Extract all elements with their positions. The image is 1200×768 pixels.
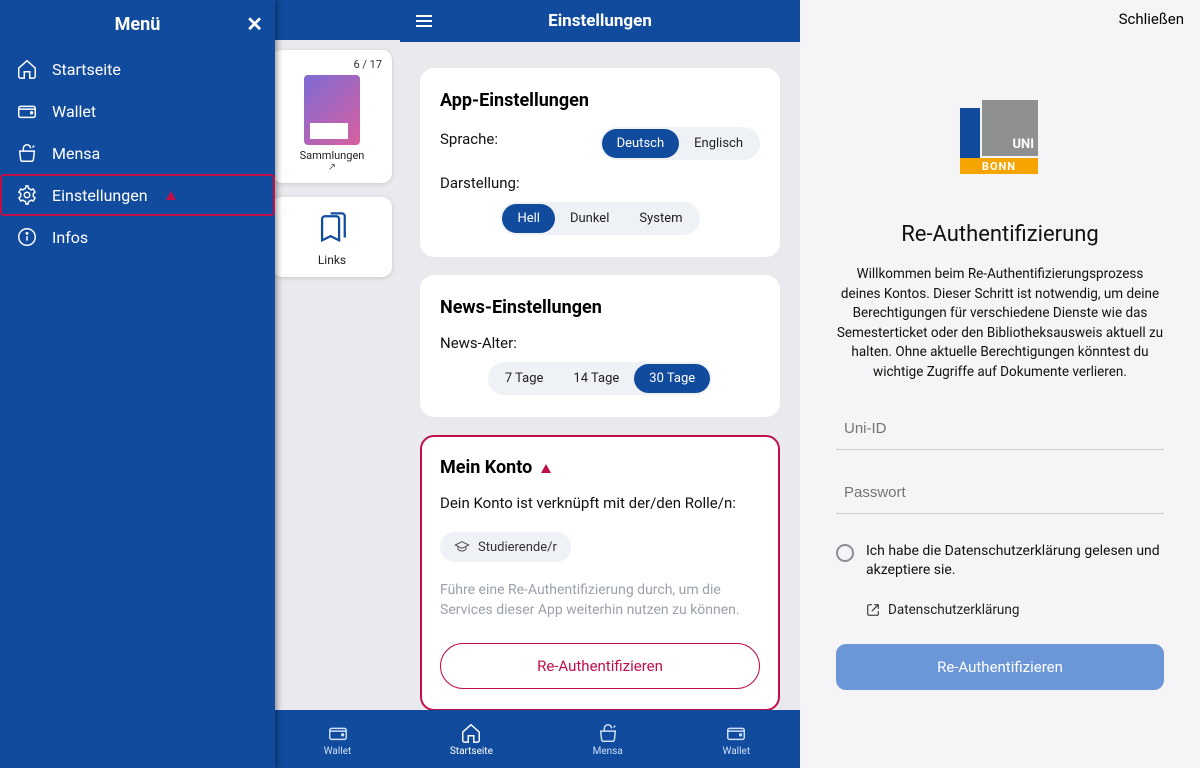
reauth-description: Willkommen beim Re-Authentifizierungspro… — [836, 265, 1164, 382]
side-drawer: Menü ✕ Startseite Wallet Mensa Einstellu… — [0, 0, 275, 768]
uni-id-field[interactable] — [836, 408, 1164, 450]
privacy-link[interactable]: Datenschutzerklärung — [866, 602, 1019, 618]
theme-segment: Hell Dunkel System — [500, 202, 699, 235]
lang-deutsch[interactable]: Deutsch — [602, 129, 680, 158]
news-age-segment: 7 Tage 14 Tage 30 Tage — [488, 362, 712, 395]
news-14[interactable]: 14 Tage — [558, 364, 634, 393]
privacy-link-label: Datenschutzerklärung — [888, 602, 1019, 618]
wallet-icon — [16, 100, 38, 122]
menu-infos[interactable]: Infos — [0, 216, 275, 258]
warning-icon — [541, 464, 551, 473]
lang-segment: Deutsch Englisch — [600, 127, 760, 160]
gear-icon — [16, 184, 38, 206]
settings-topbar: Einstellungen — [400, 0, 800, 42]
theme-label: Darstellung: — [440, 174, 760, 192]
theme-dunkel[interactable]: Dunkel — [555, 204, 624, 233]
consent-checkbox[interactable] — [836, 544, 854, 562]
nav-label: Wallet — [723, 746, 751, 757]
collection-counter: 6 / 17 — [278, 56, 386, 73]
nav-label: Startseite — [450, 746, 493, 757]
grad-cap-icon — [454, 539, 470, 555]
menu-label: Mensa — [52, 144, 100, 163]
nav-wallet[interactable]: Wallet — [723, 722, 751, 757]
nav-label: Wallet — [324, 746, 352, 757]
menu-wallet[interactable]: Wallet — [0, 90, 275, 132]
reauth-hint: Führe eine Re-Authentifizierung durch, u… — [440, 580, 760, 621]
nav-wallet[interactable]: Wallet — [324, 722, 352, 757]
section-title: App-Einstellungen — [440, 90, 760, 111]
warning-icon — [166, 191, 176, 200]
password-field[interactable] — [836, 472, 1164, 514]
home-icon — [16, 58, 38, 80]
account-linked-text: Dein Konto ist verknüpft mit der/den Rol… — [440, 494, 760, 512]
account-panel: Mein Konto Dein Konto ist verknüpft mit … — [420, 435, 780, 710]
theme-hell[interactable]: Hell — [502, 204, 555, 233]
menu-startseite[interactable]: Startseite — [0, 48, 275, 90]
consent-text: Ich habe die Datenschutzerklärung gelese… — [866, 542, 1164, 580]
news-settings-panel: News-Einstellungen News-Alter: 7 Tage 14… — [420, 275, 780, 417]
lang-label: Sprache: — [440, 130, 498, 148]
menu-label: Wallet — [52, 102, 96, 121]
external-link-icon: ↗ — [278, 162, 386, 173]
role-chip: Studierende/r — [440, 532, 571, 562]
info-icon — [16, 226, 38, 248]
news-30[interactable]: 30 Tage — [634, 364, 710, 393]
nav-startseite[interactable]: Startseite — [450, 722, 493, 757]
submit-button[interactable]: Re-Authentifizieren — [836, 644, 1164, 690]
app-settings-panel: App-Einstellungen Sprache: Deutsch Engli… — [420, 68, 780, 257]
close-icon[interactable]: ✕ — [246, 12, 263, 36]
food-icon — [597, 722, 619, 744]
reauth-button[interactable]: Re-Authentifizieren — [440, 643, 760, 689]
news-age-label: News-Alter: — [440, 334, 760, 352]
wallet-icon — [725, 722, 747, 744]
nav-mensa[interactable]: Mensa — [593, 722, 623, 757]
thumb-text: NN — [313, 128, 326, 138]
links-label: Links — [318, 253, 346, 267]
page-title: Einstellungen — [548, 11, 652, 31]
bottom-nav: Startseite Mensa Wallet — [400, 710, 800, 768]
external-link-icon — [866, 603, 880, 617]
theme-system[interactable]: System — [624, 204, 697, 233]
menu-label: Startseite — [52, 60, 121, 79]
bookmark-icon — [315, 211, 349, 247]
section-title: Mein Konto — [440, 457, 760, 478]
food-icon — [16, 142, 38, 164]
collection-card[interactable]: 6 / 17 NN Sammlungen ↗ — [272, 50, 392, 183]
hamburger-icon[interactable] — [412, 9, 436, 33]
news-7[interactable]: 7 Tage — [490, 364, 559, 393]
reauth-title: Re-Authentifizierung — [901, 222, 1099, 247]
lang-englisch[interactable]: Englisch — [679, 129, 758, 158]
section-title: News-Einstellungen — [440, 297, 760, 318]
wallet-icon — [327, 722, 349, 744]
role-label: Studierende/r — [478, 540, 557, 555]
bottom-nav: Wallet — [275, 710, 400, 768]
links-card[interactable]: Links — [272, 197, 392, 277]
menu-einstellungen[interactable]: Einstellungen — [0, 174, 275, 216]
logo-uni-text: UNI — [1012, 137, 1034, 152]
logo-bonn-text: BONN — [960, 158, 1038, 174]
close-button[interactable]: Schließen — [1119, 10, 1184, 28]
menu-label: Einstellungen — [52, 186, 148, 205]
nav-label: Mensa — [593, 746, 623, 757]
home-icon — [460, 722, 482, 744]
collection-label: Sammlungen — [278, 149, 386, 162]
menu-mensa[interactable]: Mensa — [0, 132, 275, 174]
drawer-title: Menü ✕ — [0, 0, 275, 48]
uni-bonn-logo: UNI BONN — [960, 98, 1040, 174]
menu-label: Infos — [52, 228, 88, 247]
